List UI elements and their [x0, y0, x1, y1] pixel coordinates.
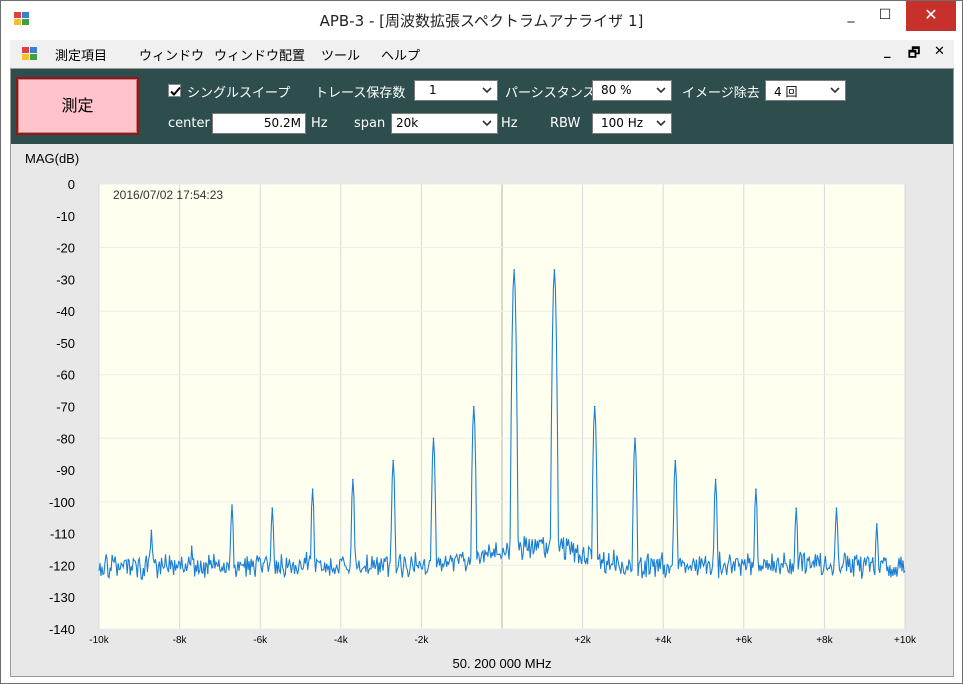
menu-bar: 測定項目 ウィンドウ ウィンドウ配置 ツール ヘルプ _ 🗗 ✕	[10, 40, 954, 68]
x-tick-label: -10k	[89, 635, 109, 646]
y-tick-label: -80	[56, 431, 75, 446]
app-window: APB-3 - [周波数拡張スペクトラムアナライザ 1] _ ☐ ✕ 測定項目 …	[0, 0, 963, 684]
mdi-close-button[interactable]: ✕	[934, 44, 945, 59]
spectrum-peak	[634, 437, 636, 440]
y-tick-label: -100	[49, 495, 75, 510]
center-label: center	[168, 116, 210, 131]
chevron-down-icon	[656, 87, 666, 94]
checkmark-icon	[170, 86, 181, 96]
minimize-button[interactable]: _	[834, 1, 868, 31]
center-input[interactable]: 50.2M	[212, 113, 306, 134]
spectrum-peak	[432, 437, 435, 440]
title-bar[interactable]: APB-3 - [周波数拡張スペクトラムアナライザ 1] _ ☐ ✕	[1, 1, 962, 38]
spectrum-peak	[755, 488, 757, 490]
chevron-down-icon	[482, 120, 492, 127]
spectrum-peak	[674, 459, 677, 462]
chevron-down-icon	[482, 87, 492, 94]
persistence-value: 80 %	[601, 83, 632, 97]
y-tick-label: -20	[56, 241, 75, 256]
spectrum-peak	[190, 545, 193, 548]
center-unit: Hz	[311, 116, 328, 131]
mdi-minimize-button[interactable]: _	[884, 44, 891, 59]
window-title: APB-3 - [周波数拡張スペクトラムアナライザ 1]	[319, 12, 644, 30]
rbw-select[interactable]: 100 Hz	[592, 113, 672, 134]
spectrum-peak	[795, 507, 797, 510]
y-tick-label: -90	[56, 463, 75, 478]
x-tick-label: -8k	[173, 635, 188, 646]
y-tick-label: -10	[56, 209, 75, 224]
x-tick-label: -2k	[414, 635, 429, 646]
image-reject-select[interactable]: 4 回	[765, 80, 846, 101]
mdi-restore-button[interactable]: 🗗	[908, 44, 920, 66]
control-toolbar: 測定 シングルスイープ トレース保存数 1 パーシスタンス 80 % イメージ除…	[11, 69, 953, 144]
center-value: 50.2M	[263, 116, 301, 130]
y-tick-label: -140	[49, 622, 75, 637]
sweep-timestamp: 2016/07/02 17:54:23	[113, 188, 223, 202]
spectrum-peak	[311, 488, 314, 490]
span-label: span	[354, 116, 386, 131]
spectrum-peak	[835, 507, 838, 510]
x-tick-label: +2k	[574, 635, 591, 646]
menu-measure-items[interactable]: 測定項目	[55, 45, 107, 64]
x-axis-label: 50. 200 000 MHz	[452, 656, 551, 671]
menu-window-layout[interactable]: ウィンドウ配置	[214, 45, 305, 64]
span-value: 20k	[396, 116, 419, 130]
y-tick-label: -30	[56, 272, 75, 287]
y-tick-label: 0	[68, 177, 75, 192]
y-tick-label: -120	[49, 558, 75, 573]
menu-help[interactable]: ヘルプ	[381, 45, 420, 64]
spectrum-peak	[553, 269, 556, 271]
spectrum-peak	[593, 405, 596, 408]
y-tick-label: -50	[56, 336, 75, 351]
maximize-button[interactable]: ☐	[868, 1, 902, 31]
chevron-down-icon	[656, 120, 666, 127]
spectrum-peak	[231, 504, 233, 506]
close-button[interactable]: ✕	[906, 1, 956, 31]
x-tick-label: +8k	[816, 635, 833, 646]
spectrum-analyzer-panel: 測定 シングルスイープ トレース保存数 1 パーシスタンス 80 % イメージ除…	[10, 68, 954, 677]
spectrum-peak	[472, 405, 475, 408]
trace-hold-value: 1	[429, 83, 437, 97]
rbw-value: 100 Hz	[601, 116, 644, 130]
image-reject-value: 4 回	[774, 85, 798, 99]
persistence-select[interactable]: 80 %	[592, 80, 672, 101]
chevron-down-icon	[830, 87, 840, 94]
y-tick-label: -130	[49, 590, 75, 605]
spectrum-peak	[271, 507, 274, 510]
x-tick-label: -6k	[253, 635, 268, 646]
spectrum-peak	[875, 523, 878, 525]
persistence-label: パーシスタンス	[505, 86, 596, 101]
spectrum-chart: MAG(dB) 0 -10 -20 -30 -40 -50 -60 -70 -80 -90 -100…	[11, 144, 953, 676]
spectrum-peak	[714, 478, 717, 481]
span-unit: Hz	[501, 116, 518, 131]
x-tick-label: +10k	[894, 635, 917, 646]
y-tick-label: -40	[56, 304, 75, 319]
y-tick-label: -110	[50, 527, 75, 542]
y-axis-label: MAG(dB)	[25, 151, 79, 166]
trace-hold-select[interactable]: 1	[414, 80, 498, 101]
measure-button[interactable]: 測定	[16, 77, 139, 135]
spectrum-peak	[352, 478, 354, 481]
spectrum-peak	[513, 269, 515, 271]
mdi-child-icon[interactable]	[22, 47, 38, 61]
menu-window[interactable]: ウィンドウ	[139, 45, 204, 64]
menu-tools[interactable]: ツール	[321, 45, 360, 64]
image-reject-label: イメージ除去	[682, 86, 760, 101]
rbw-label: RBW	[550, 116, 581, 131]
y-tick-label: -70	[56, 400, 75, 415]
x-tick-label: +6k	[736, 635, 753, 646]
single-sweep-label: シングルスイープ	[187, 86, 291, 101]
single-sweep-checkbox[interactable]	[168, 84, 181, 97]
x-tick-label: -4k	[334, 635, 349, 646]
spectrum-peak	[150, 529, 153, 532]
y-tick-label: -60	[56, 368, 75, 383]
x-tick-label: +4k	[655, 635, 672, 646]
trace-hold-label: トレース保存数	[315, 86, 406, 101]
spectrum-peak	[392, 459, 394, 462]
span-select[interactable]: 20k	[391, 113, 498, 134]
